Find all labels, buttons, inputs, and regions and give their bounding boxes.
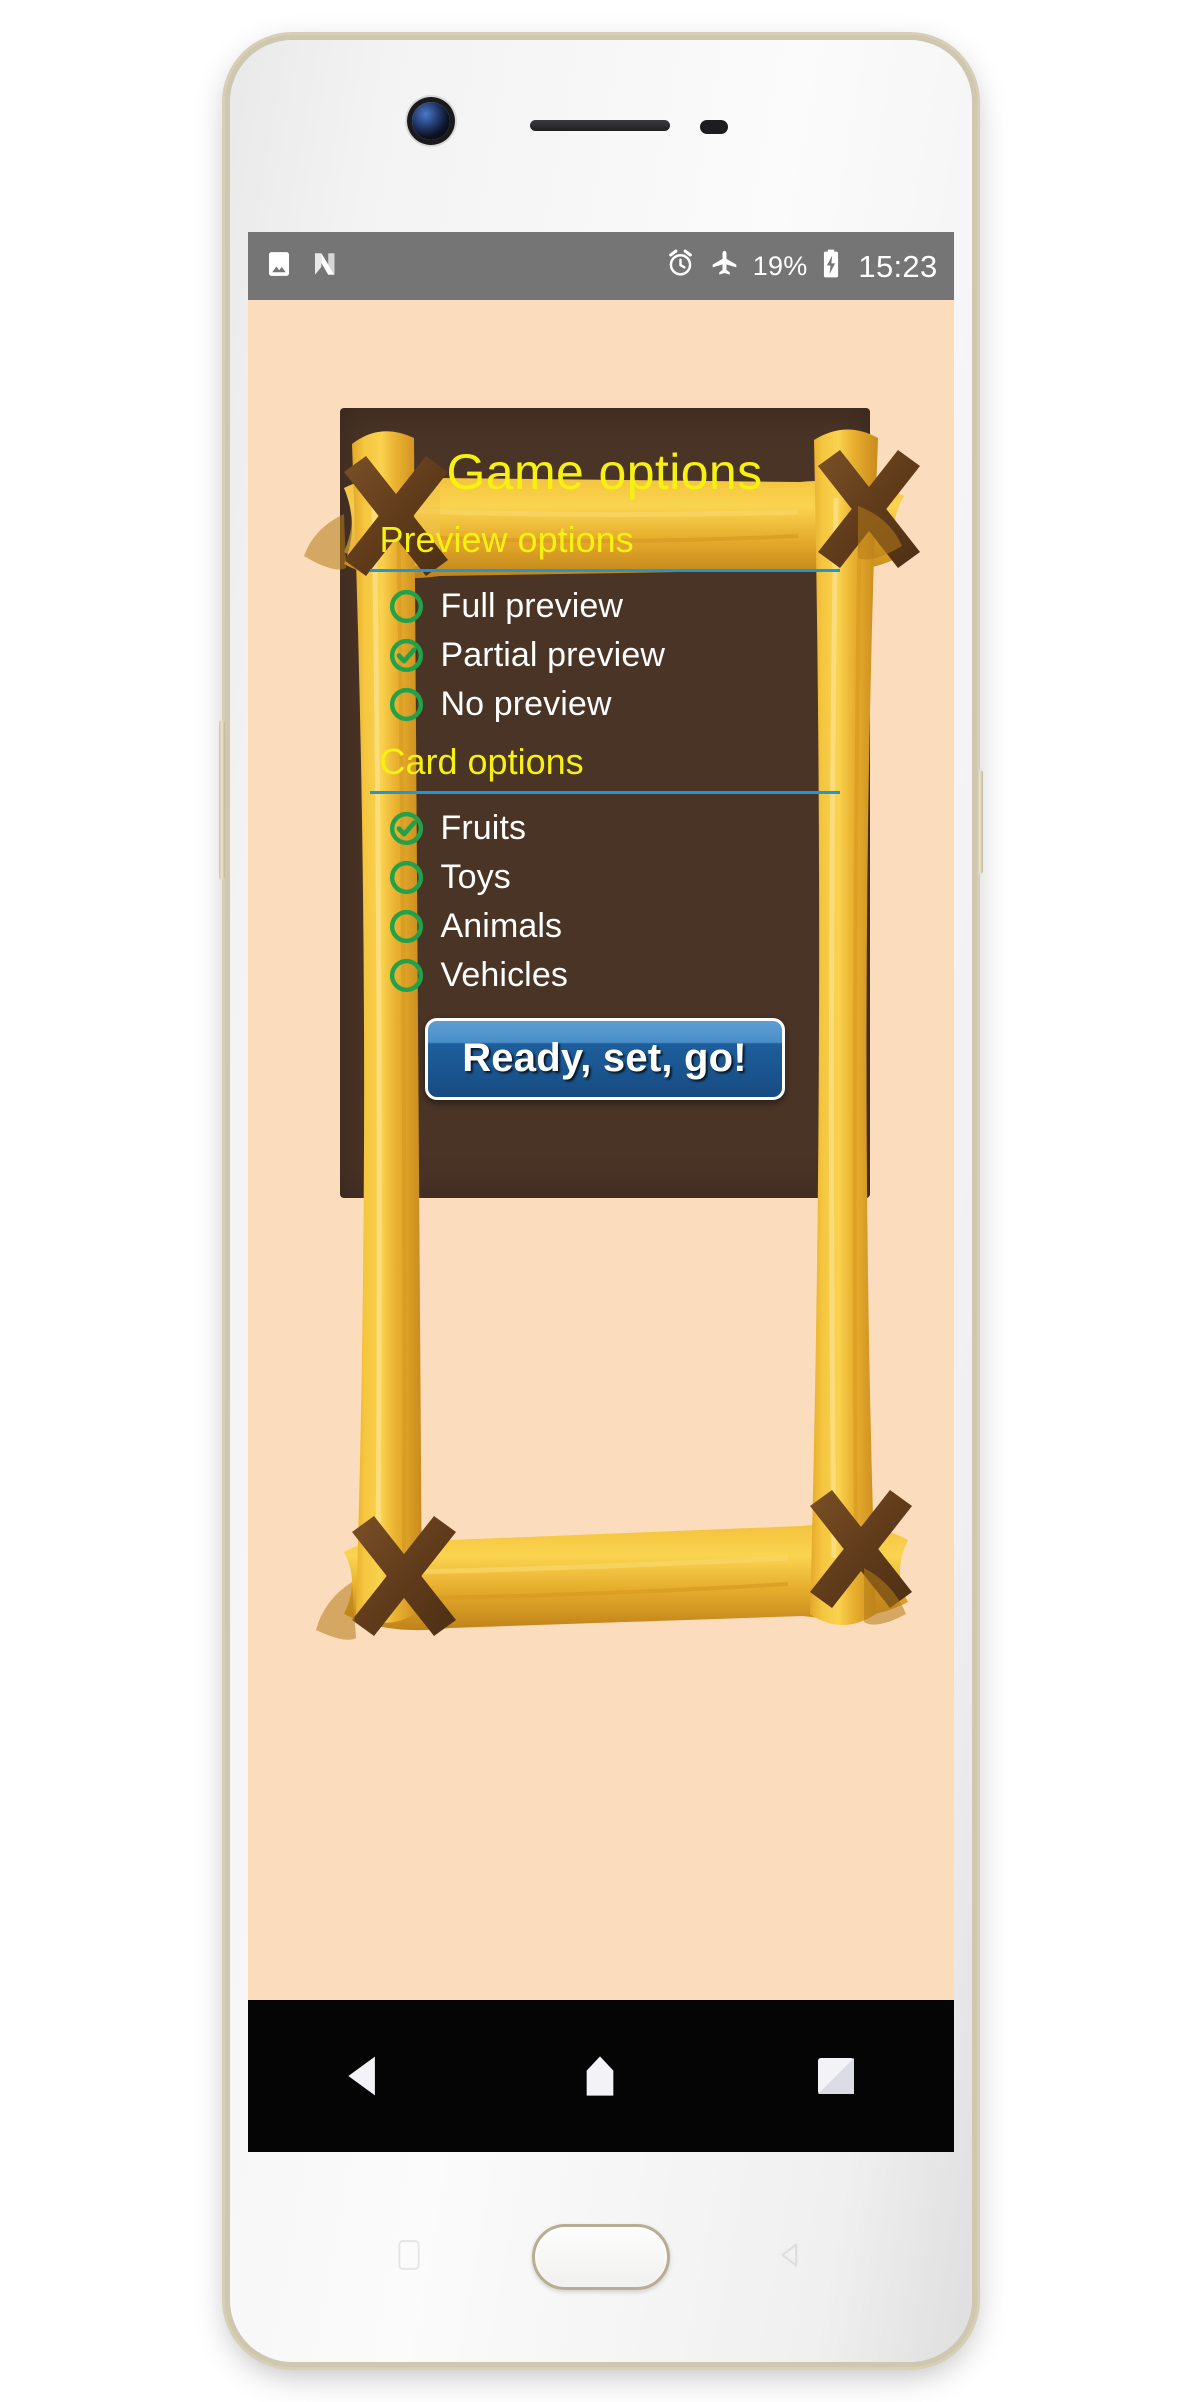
volume-button[interactable] xyxy=(218,720,225,880)
power-button[interactable] xyxy=(976,770,983,874)
phone-device: 19% 15:23 Game options Preview options F… xyxy=(218,32,983,2370)
option-label: Fruits xyxy=(440,809,527,847)
section-label-card: Card options xyxy=(379,740,584,782)
screenshot-root: 19% 15:23 Game options Preview options F… xyxy=(0,0,1201,2402)
play-button-container: Ready, set, go! xyxy=(370,1017,840,1100)
radio-checked-icon[interactable] xyxy=(388,637,425,674)
image-icon xyxy=(264,249,294,284)
recents-capacitive-key[interactable] xyxy=(396,2239,422,2276)
radio-unchecked-icon[interactable] xyxy=(388,588,425,625)
section-preview-options: Preview options Full preview Partial pre… xyxy=(369,517,840,729)
home-physical-button[interactable] xyxy=(531,2224,670,2290)
options-panel: Game options Preview options Full previe… xyxy=(340,408,870,1198)
game-options-screen: Game options Preview options Full previe… xyxy=(247,300,954,2000)
option-animals[interactable]: Animals xyxy=(388,902,840,951)
option-label: No preview xyxy=(440,685,612,723)
status-bar-right: 19% 15:23 xyxy=(665,248,938,285)
section-divider-card xyxy=(369,790,840,794)
battery-percent-label: 19% xyxy=(752,250,808,281)
radio-unchecked-icon[interactable] xyxy=(388,686,425,723)
front-camera-icon xyxy=(411,102,450,140)
proximity-sensor xyxy=(699,120,728,134)
option-partial-preview[interactable]: Partial preview xyxy=(388,631,840,680)
airplane-mode-icon xyxy=(709,248,740,284)
earpiece-speaker xyxy=(529,120,670,131)
phone-screen: 19% 15:23 Game options Preview options F… xyxy=(247,232,954,2152)
option-label: Animals xyxy=(440,907,563,945)
option-vehicles[interactable]: Vehicles xyxy=(388,951,840,1000)
battery-charging-icon xyxy=(820,248,842,285)
phone-bottom-bezel xyxy=(230,2152,972,2362)
phone-top-bezel xyxy=(230,40,972,232)
page-title: Game options xyxy=(446,444,763,500)
radio-checked-icon[interactable] xyxy=(388,810,425,847)
recents-button[interactable] xyxy=(776,2052,896,2100)
back-capacitive-key[interactable] xyxy=(776,2240,806,2275)
back-button[interactable] xyxy=(305,2049,425,2103)
option-full-preview[interactable]: Full preview xyxy=(388,582,840,631)
option-no-preview[interactable]: No preview xyxy=(388,680,840,729)
section-label-preview: Preview options xyxy=(379,518,634,560)
android-n-icon xyxy=(310,249,340,284)
preview-options-list: Full preview Partial preview No preview xyxy=(370,582,840,729)
radio-unchecked-icon[interactable] xyxy=(388,908,425,945)
option-fruits[interactable]: Fruits xyxy=(388,804,840,853)
radio-unchecked-icon[interactable] xyxy=(388,859,425,896)
option-label: Partial preview xyxy=(440,636,665,674)
radio-unchecked-icon[interactable] xyxy=(388,957,425,994)
card-options-list: Fruits Toys Animals Vehicles xyxy=(370,804,840,1000)
clock-label: 15:23 xyxy=(858,248,938,284)
status-bar-left xyxy=(264,249,340,284)
ready-set-go-label: Ready, set, go! xyxy=(462,1036,747,1080)
home-pentagon-icon xyxy=(587,2056,614,2096)
section-divider-preview xyxy=(369,568,840,572)
alarm-clock-icon xyxy=(665,248,696,284)
recents-square-icon xyxy=(817,2058,854,2094)
option-label: Full preview xyxy=(440,587,624,625)
status-bar: 19% 15:23 xyxy=(247,232,954,300)
ready-set-go-button[interactable]: Ready, set, go! xyxy=(424,1017,785,1100)
home-button[interactable] xyxy=(540,2049,660,2103)
option-label: Vehicles xyxy=(440,956,568,994)
section-card-options: Card options Fruits Toys Animals Vehicle… xyxy=(369,739,840,1000)
option-toys[interactable]: Toys xyxy=(388,853,840,902)
back-triangle-icon xyxy=(348,2056,376,2096)
android-navigation-bar xyxy=(247,2000,954,2152)
option-label: Toys xyxy=(440,858,511,896)
